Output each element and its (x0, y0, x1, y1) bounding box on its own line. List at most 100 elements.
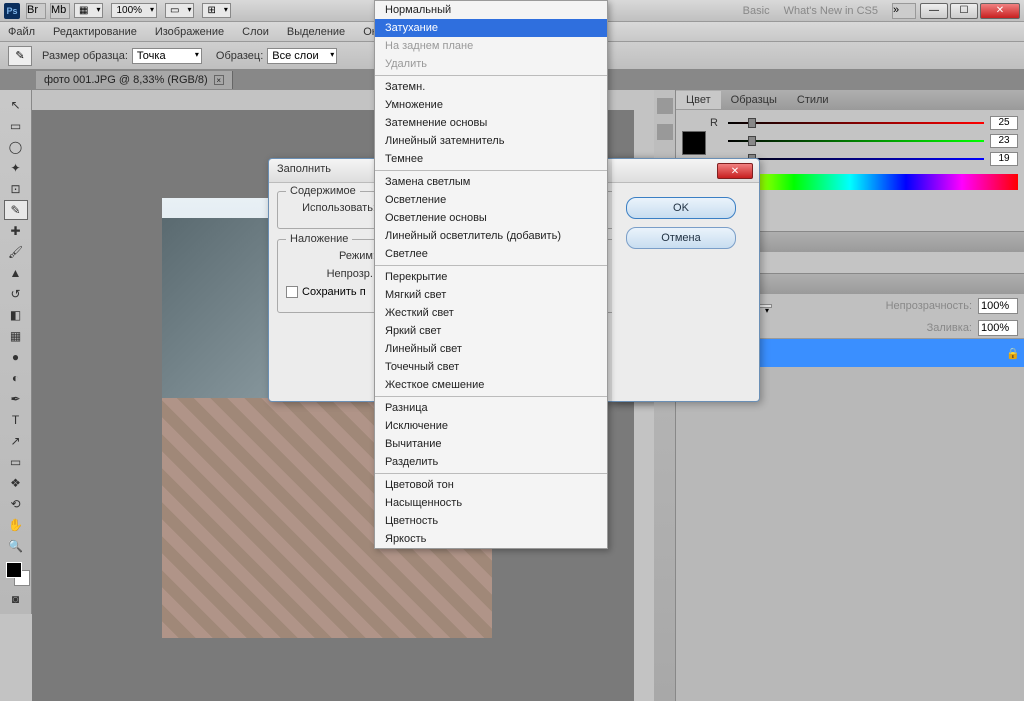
color-swatches[interactable] (2, 562, 29, 588)
blend-item[interactable]: Умножение (375, 96, 607, 114)
blend-item[interactable]: Жесткое смешение (375, 376, 607, 394)
crop-tool[interactable]: ⊡ (4, 179, 28, 199)
workspace-more[interactable]: » (892, 3, 916, 19)
shape-tool[interactable]: ▭ (4, 452, 28, 472)
path-tool[interactable]: ↗ (4, 431, 28, 451)
blend-item-disabled: Удалить (375, 55, 607, 73)
zoom-tool[interactable]: 🔍 (4, 536, 28, 556)
wand-tool[interactable]: ✦ (4, 158, 28, 178)
blend-item[interactable]: Линейный свет (375, 340, 607, 358)
dialog-close-icon[interactable]: ✕ (717, 163, 753, 179)
blend-item[interactable]: Яркость (375, 530, 607, 548)
close-icon[interactable]: × (214, 75, 224, 85)
preserve-label: Сохранить п (302, 286, 366, 298)
stamp-tool[interactable]: ▲ (4, 263, 28, 283)
blend-item-highlighted[interactable]: Затухание (375, 19, 607, 37)
blend-item[interactable]: Светлее (375, 245, 607, 263)
3d-tool[interactable]: ❖ (4, 473, 28, 493)
bridge-button[interactable]: Br (26, 3, 46, 19)
ok-button[interactable]: OK (626, 197, 736, 219)
blend-item[interactable]: Разница (375, 399, 607, 417)
blend-item[interactable]: Яркий свет (375, 322, 607, 340)
workspace-basic[interactable]: Basic (743, 5, 770, 17)
eraser-tool[interactable]: ◧ (4, 305, 28, 325)
menu-select[interactable]: Выделение (287, 26, 345, 38)
move-tool[interactable]: ↖ (4, 95, 28, 115)
dock-icon[interactable] (657, 124, 673, 140)
blend-item[interactable]: Насыщенность (375, 494, 607, 512)
swatches-tab[interactable]: Образцы (721, 91, 787, 109)
cancel-button[interactable]: Отмена (626, 227, 736, 249)
blend-item[interactable]: Темнее (375, 150, 607, 168)
heal-tool[interactable]: ✚ (4, 221, 28, 241)
arrange-select[interactable]: ⊞ (202, 3, 230, 18)
blend-item[interactable]: Вычитание (375, 435, 607, 453)
window-maximize[interactable]: ☐ (950, 3, 978, 19)
g-value[interactable]: 23 (990, 134, 1018, 148)
foreground-swatch[interactable] (6, 562, 22, 578)
blend-item[interactable]: Цветность (375, 512, 607, 530)
blend-mode-dropdown[interactable]: Нормальный Затухание На заднем плане Уда… (374, 0, 608, 549)
quickmask-tool[interactable]: ◙ (4, 589, 28, 609)
eyedropper-tool[interactable]: ✎ (4, 200, 28, 220)
blend-item[interactable]: Линейный затемнитель (375, 132, 607, 150)
dock-icon[interactable] (657, 98, 673, 114)
foreground-color-box[interactable] (682, 131, 706, 155)
menu-layer[interactable]: Слои (242, 26, 269, 38)
blend-item[interactable]: Разделить (375, 453, 607, 471)
hand-tool[interactable]: ✋ (4, 515, 28, 535)
blend-item[interactable]: Перекрытие (375, 268, 607, 286)
ps-logo: Ps (4, 3, 20, 19)
blend-item[interactable]: Затемн. (375, 78, 607, 96)
marquee-tool[interactable]: ▭ (4, 116, 28, 136)
styles-tab[interactable]: Стили (787, 91, 839, 109)
workspace-whatsnew[interactable]: What's New in CS5 (784, 5, 878, 17)
pen-tool[interactable]: ✒ (4, 389, 28, 409)
blend-item[interactable]: Цветовой тон (375, 476, 607, 494)
window-minimize[interactable]: — (920, 3, 948, 19)
window-close[interactable]: ✕ (980, 3, 1020, 19)
zoom-select[interactable]: 100% (111, 3, 157, 18)
blur-tool[interactable]: ● (4, 347, 28, 367)
blend-item[interactable]: Исключение (375, 417, 607, 435)
b-value[interactable]: 19 (990, 152, 1018, 166)
blend-item[interactable]: Точечный свет (375, 358, 607, 376)
opacity-panel-value[interactable]: 100% (978, 298, 1018, 314)
blend-item[interactable]: Нормальный (375, 1, 607, 19)
type-tool[interactable]: T (4, 410, 28, 430)
document-tab-label: фото 001.JPG @ 8,33% (RGB/8) (44, 74, 208, 86)
sample-size-label: Размер образца: (42, 50, 128, 62)
blend-item[interactable]: Затемнение основы (375, 114, 607, 132)
sample-layers-select[interactable]: Все слои (267, 48, 337, 64)
fill-panel-value[interactable]: 100% (978, 320, 1018, 336)
blend-item[interactable]: Осветление (375, 191, 607, 209)
eyedropper-icon[interactable]: ✎ (8, 46, 32, 66)
dodge-tool[interactable]: ◐ (4, 368, 28, 388)
document-tab[interactable]: фото 001.JPG @ 8,33% (RGB/8) × (36, 71, 233, 89)
contents-legend: Содержимое (286, 185, 360, 197)
menu-edit[interactable]: Редактирование (53, 26, 137, 38)
lasso-tool[interactable]: ◯ (4, 137, 28, 157)
r-slider[interactable] (728, 118, 984, 128)
screen-mode-select[interactable]: ▭ (165, 3, 194, 18)
g-slider[interactable] (728, 136, 984, 146)
gradient-tool[interactable]: ▦ (4, 326, 28, 346)
use-label: Использовать: (286, 202, 376, 214)
sample-size-select[interactable]: Точка (132, 48, 202, 64)
color-tab[interactable]: Цвет (676, 91, 721, 109)
blend-item[interactable]: Осветление основы (375, 209, 607, 227)
blend-item[interactable]: Мягкий свет (375, 286, 607, 304)
blend-item[interactable]: Замена светлым (375, 173, 607, 191)
view-extras-select[interactable]: ▦ (74, 3, 103, 18)
b-slider[interactable] (728, 154, 984, 164)
menu-image[interactable]: Изображение (155, 26, 224, 38)
3d-rotate-tool[interactable]: ⟲ (4, 494, 28, 514)
brush-tool[interactable]: 🖌 (4, 242, 28, 262)
minibridge-button[interactable]: Mb (50, 3, 70, 19)
history-brush-tool[interactable]: ↺ (4, 284, 28, 304)
blend-item[interactable]: Жесткий свет (375, 304, 607, 322)
r-value[interactable]: 25 (990, 116, 1018, 130)
preserve-checkbox[interactable] (286, 286, 298, 298)
menu-file[interactable]: Файл (8, 26, 35, 38)
blend-item[interactable]: Линейный осветлитель (добавить) (375, 227, 607, 245)
